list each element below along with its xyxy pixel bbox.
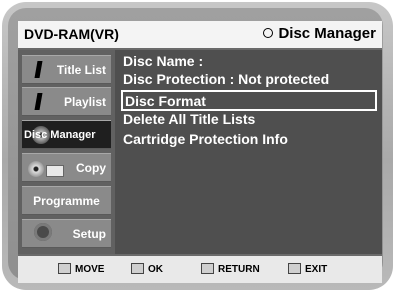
copy-disc-icon xyxy=(28,161,44,177)
menu-item-disc-name[interactable]: Disc Name : xyxy=(121,53,379,71)
sidebar-item-label: Copy xyxy=(76,161,106,175)
menu-item-delete-all-title-lists[interactable]: Delete All Title Lists xyxy=(121,111,379,129)
sidebar-item-title-list[interactable]: Title List xyxy=(22,55,111,84)
copy-icon xyxy=(46,165,64,177)
sidebar-item-label: Programme xyxy=(33,194,100,208)
gear-icon xyxy=(34,223,52,241)
sidebar-item-programme[interactable]: Programme xyxy=(22,186,111,215)
sidebar-item-label: Disc Manager xyxy=(24,129,96,141)
disc-mode-label: DVD-RAM(VR) xyxy=(24,26,119,42)
button-hint-bar: MOVE OK RETURN EXIT xyxy=(18,254,382,283)
menu-item-disc-protection[interactable]: Disc Protection : Not protected xyxy=(121,71,379,89)
arrow-keys-icon xyxy=(58,263,71,274)
exit-hint: EXIT xyxy=(288,263,328,276)
sidebar-item-setup[interactable]: Setup xyxy=(22,219,111,248)
page-title-text: Disc Manager xyxy=(278,25,376,42)
menu-panel: Disc Name : Disc Protection : Not protec… xyxy=(115,50,382,254)
sidebar-item-playlist[interactable]: Playlist xyxy=(22,87,111,116)
return-hint: RETURN xyxy=(201,263,260,276)
title-list-icon xyxy=(34,61,43,78)
exit-key-icon xyxy=(288,263,301,274)
header-bar: DVD-RAM(VR) Disc Manager xyxy=(18,21,382,50)
exit-hint-label: EXIT xyxy=(305,264,328,276)
circle-icon xyxy=(263,28,274,39)
disc-manager-screen: DVD-RAM(VR) Disc Manager Title List Play… xyxy=(18,21,382,283)
sidebar-item-copy[interactable]: Copy xyxy=(22,153,111,182)
return-icon xyxy=(201,263,214,274)
playlist-icon xyxy=(34,93,43,110)
move-hint-label: MOVE xyxy=(75,264,105,276)
ok-key-icon xyxy=(131,263,144,274)
ok-hint: OK xyxy=(131,263,163,276)
sidebar: Title List Playlist Disc Manager Copy Pr… xyxy=(18,50,115,254)
sidebar-item-label: Title List xyxy=(56,63,106,77)
ok-hint-label: OK xyxy=(148,264,163,276)
sidebar-item-disc-manager[interactable]: Disc Manager xyxy=(22,120,111,149)
menu-item-disc-format[interactable]: Disc Format xyxy=(121,90,377,111)
return-hint-label: RETURN xyxy=(218,264,260,276)
sidebar-item-label: Setup xyxy=(72,227,106,241)
move-hint: MOVE xyxy=(58,263,105,276)
page-title: Disc Manager xyxy=(263,25,376,42)
menu-item-cartridge-protection-info[interactable]: Cartridge Protection Info xyxy=(121,131,379,149)
sidebar-item-label: Playlist xyxy=(63,95,106,109)
